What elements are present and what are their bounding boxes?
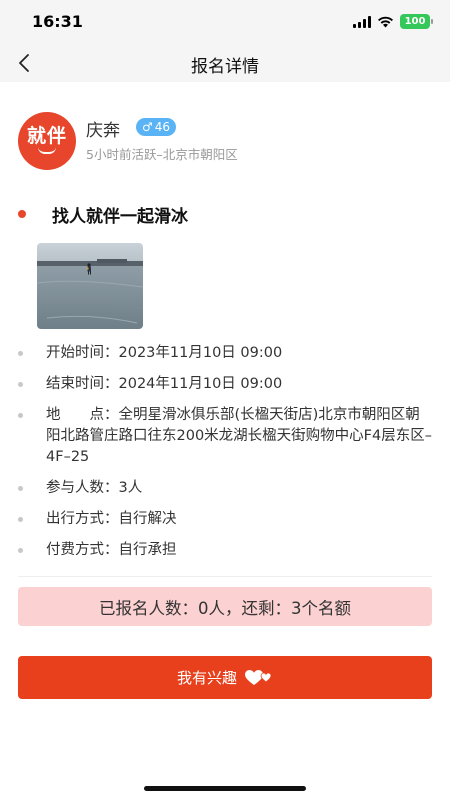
avatar[interactable]: 就伴 xyxy=(18,112,76,170)
detail-label: 开始时间： xyxy=(46,345,119,361)
detail-label: 地 点： xyxy=(46,407,119,423)
detail-label: 结束时间： xyxy=(46,376,119,392)
detail-value: 2024年11月10日 09:00 xyxy=(118,376,283,392)
gender-age-badge: ♂ 46 xyxy=(136,118,177,136)
home-indicator xyxy=(144,786,306,791)
signal-icon xyxy=(353,15,371,28)
detail-end-time: 结束时间：2024年11月10日 09:00 xyxy=(18,374,432,395)
activity-title: 找人就伴一起滑冰 xyxy=(52,207,188,227)
detail-value: 自行解决 xyxy=(118,511,177,527)
status-bar: 16:31 100 xyxy=(0,0,450,44)
detail-value: 自行承担 xyxy=(118,542,177,558)
page-title: 报名详情 xyxy=(191,57,259,77)
detail-participants: 参与人数：3人 xyxy=(18,478,432,499)
ice-rink-image xyxy=(37,243,143,329)
smile-icon xyxy=(38,147,56,154)
detail-payment: 付费方式：自行承担 xyxy=(18,540,432,561)
status-icons: 100 xyxy=(353,14,433,29)
title-dot-icon xyxy=(18,210,26,218)
signup-quota-banner: 已报名人数：0人，还剩：3个名额 xyxy=(18,587,432,626)
detail-transport: 出行方式：自行解决 xyxy=(18,509,432,530)
wifi-icon xyxy=(378,16,393,28)
detail-value: 3人 xyxy=(118,480,143,496)
detail-label: 参与人数： xyxy=(46,480,119,496)
male-icon: ♂ xyxy=(142,120,153,134)
user-info: 就伴 庆奔 ♂ 46 5小时前活跃–北京市朝阳区 xyxy=(18,112,432,170)
nav-bar: 报名详情 xyxy=(0,44,450,82)
detail-label: 付费方式： xyxy=(46,542,119,558)
interest-button[interactable]: 我有兴趣 xyxy=(18,656,432,699)
status-time: 16:31 xyxy=(32,12,83,31)
user-activity-location: 5小时前活跃–北京市朝阳区 xyxy=(86,147,238,162)
user-name: 庆奔 xyxy=(86,121,120,141)
battery-icon: 100 xyxy=(400,14,433,29)
avatar-logo-text: 就伴 xyxy=(26,124,67,147)
activity-details: 开始时间：2023年11月10日 09:00 结束时间：2024年11月10日 … xyxy=(18,343,432,571)
divider xyxy=(18,576,432,577)
age-value: 46 xyxy=(154,120,171,134)
detail-label: 出行方式： xyxy=(46,511,119,527)
interest-button-label: 我有兴趣 xyxy=(176,669,237,687)
activity-photo[interactable] xyxy=(37,243,143,329)
hearts-icon xyxy=(245,669,272,685)
detail-location: 地 点：全明星滑冰俱乐部(长楹天街店)北京市朝阳区朝阳北路管庄路口往东200米龙… xyxy=(18,405,432,468)
activity-title-row: 找人就伴一起滑冰 xyxy=(18,202,432,228)
detail-start-time: 开始时间：2023年11月10日 09:00 xyxy=(18,343,432,364)
detail-value: 2023年11月10日 09:00 xyxy=(118,345,283,361)
